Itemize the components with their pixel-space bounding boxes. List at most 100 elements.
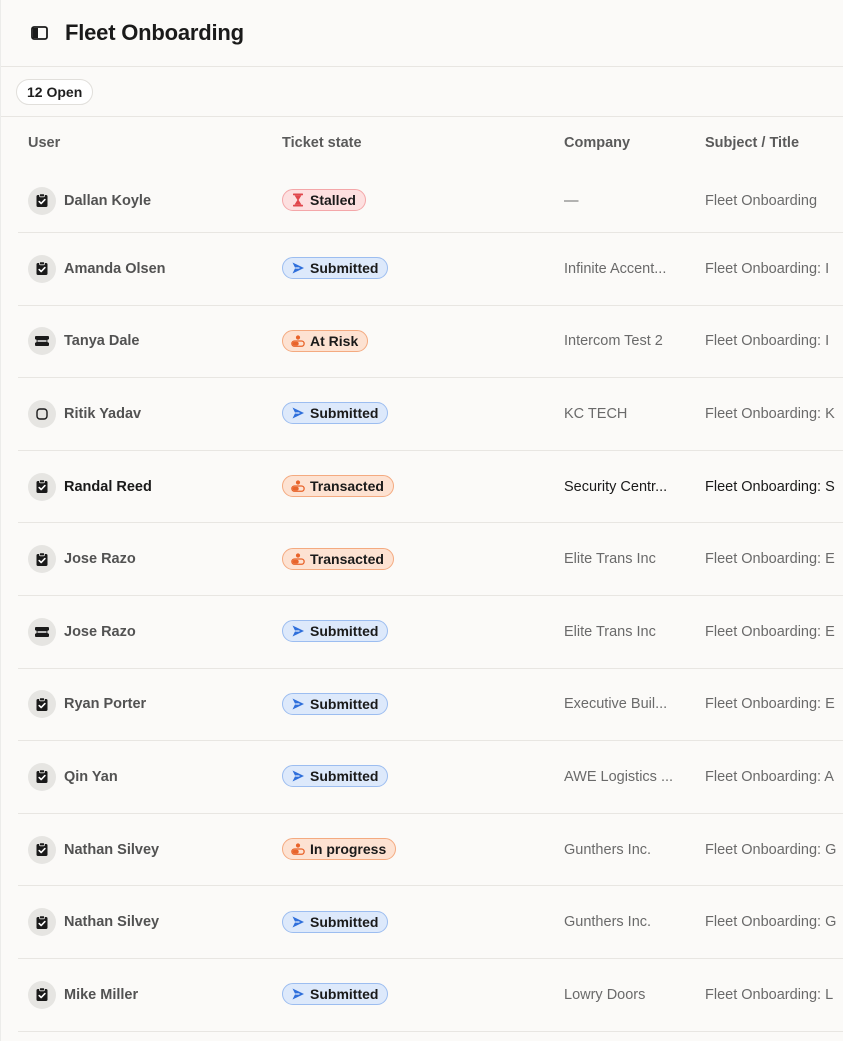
user-name[interactable]: Nathan Silvey	[64, 842, 159, 858]
ticket-state-cell: Submitted	[282, 765, 564, 788]
company-cell: Executive Buil...	[564, 696, 668, 713]
status-label: Submitted	[310, 405, 379, 422]
status-label: Stalled	[310, 192, 356, 208]
status-badge: At Risk	[282, 329, 369, 352]
user-name[interactable]: Jose Razo	[64, 551, 136, 567]
ticket-state-cell: Submitted	[282, 692, 564, 716]
app-window: Fleet Onboarding 12 Open User Ticket sta…	[0, 0, 843, 1041]
progress-icon	[291, 552, 305, 566]
status-badge: Stalled	[282, 189, 366, 211]
table-row[interactable]: Qin Yan Submitted AWE Logistics ... Fleet O…	[18, 741, 843, 814]
user-cell: Jose Razo	[18, 617, 282, 646]
status-badge: Submitted	[282, 692, 389, 715]
sidebar-toggle-icon[interactable]	[27, 21, 51, 45]
user-cell: Tanya Dale	[18, 327, 282, 356]
company-cell: Elite Trans Inc	[564, 551, 656, 568]
status-label: Transacted	[310, 550, 384, 567]
status-label: Transacted	[310, 478, 384, 495]
user-cell: Mike Miller	[18, 980, 282, 1009]
subject-cell: Fleet Onboarding: G	[705, 841, 837, 858]
user-name[interactable]: Qin Yan	[64, 769, 118, 785]
table-row[interactable]: Tanya Dale At Risk Intercom Test 2 Fleet On…	[18, 306, 843, 379]
ticket-state-cell: In progress	[282, 838, 564, 861]
status-label: Submitted	[310, 913, 379, 930]
table-row[interactable]: Nathan Silvey Submitted Gunthers Inc. Fleet…	[18, 886, 843, 959]
hourglass-icon	[291, 193, 305, 207]
top-bar: Fleet Onboarding	[1, 0, 843, 67]
table-row[interactable]: Dallan Koyle Stalled — Fleet Onboarding	[18, 169, 843, 233]
user-name[interactable]: Mike Miller	[64, 987, 138, 1003]
clipboard-check-icon	[28, 690, 56, 719]
send-icon	[291, 261, 305, 275]
clipboard-check-icon	[28, 472, 56, 501]
user-cell: Nathan Silvey	[18, 835, 282, 864]
user-cell: Nathan Silvey	[18, 908, 282, 937]
send-icon	[291, 697, 305, 711]
column-header-subject[interactable]: Subject / Title	[705, 135, 843, 151]
clipboard-check-icon	[28, 186, 56, 215]
status-badge: Transacted	[282, 475, 394, 498]
table-header: User Ticket state Company Subject / Titl…	[18, 117, 843, 169]
user-cell: Ritik Yadav	[18, 399, 282, 428]
company-cell: Security Centr...	[564, 478, 668, 495]
subject-cell: Fleet Onboarding: A	[705, 768, 834, 785]
clipboard-check-icon	[28, 908, 56, 937]
filter-bar: 12 Open	[1, 67, 843, 117]
table-row[interactable]: Jose Razo Transacted Elite Trans Inc Fleet …	[18, 523, 843, 596]
company-cell: Infinite Accent...	[564, 260, 667, 277]
user-name[interactable]: Ryan Porter	[64, 696, 146, 712]
clipboard-check-icon	[28, 545, 56, 574]
table-row[interactable]: Mike Miller Submitted Lowry Doors Fleet Onb…	[18, 959, 843, 1032]
progress-icon	[291, 334, 305, 348]
clipboard-check-icon	[28, 762, 56, 791]
table-row[interactable]: Jose Razo Submitted Elite Trans Inc Fleet O…	[18, 596, 843, 669]
user-name[interactable]: Amanda Olsen	[64, 261, 166, 277]
user-name[interactable]: Nathan Silvey	[64, 914, 159, 930]
company-cell: Gunthers Inc.	[564, 914, 652, 931]
status-badge: Submitted	[282, 983, 389, 1006]
company-cell: Intercom Test 2	[564, 333, 663, 350]
subject-cell: Fleet Onboarding: K	[705, 405, 835, 422]
column-header-ticket-state[interactable]: Ticket state	[282, 135, 564, 151]
page-title: Fleet Onboarding	[65, 20, 244, 45]
company-cell: AWE Logistics ...	[564, 768, 674, 785]
table-row[interactable]: Amanda Olsen Submitted Infinite Accent... F…	[18, 233, 843, 306]
ticket-state-cell: Transacted	[282, 475, 564, 498]
company-cell: Gunthers Inc.	[564, 841, 652, 858]
open-count-pill[interactable]: 12 Open	[16, 78, 94, 105]
status-label: Submitted	[310, 260, 379, 277]
status-label: Submitted	[310, 768, 379, 785]
status-badge: Submitted	[282, 765, 389, 788]
column-header-company[interactable]: Company	[564, 135, 705, 151]
user-name[interactable]: Ritik Yadav	[64, 406, 141, 422]
table-row[interactable]: Nathan Silvey In progress Gunthers Inc. Fle…	[18, 814, 843, 887]
ticket-state-cell: At Risk	[282, 329, 564, 353]
table-row[interactable]: Ryan Porter Submitted Executive Buil... Fle…	[18, 669, 843, 742]
ticket-state-cell: Submitted	[282, 402, 564, 425]
subject-cell: Fleet Onboarding: E	[705, 623, 835, 640]
table-row[interactable]: Ritik Yadav Submitted KC TECH Fleet Onboard…	[18, 378, 843, 451]
subject-cell: Fleet Onboarding: I	[705, 260, 830, 277]
user-name[interactable]: Randal Reed	[64, 479, 152, 495]
square-outline-icon	[28, 399, 56, 428]
subject-cell: Fleet Onboarding: E	[705, 696, 835, 713]
ticket-state-cell: Stalled	[282, 189, 564, 212]
clipboard-check-icon	[28, 980, 56, 1009]
status-label: Submitted	[310, 986, 379, 1003]
clipboard-check-icon	[28, 835, 56, 864]
user-name[interactable]: Dallan Koyle	[64, 193, 151, 209]
ticket-icon	[28, 617, 56, 646]
table-row[interactable]: Randal Reed Transacted Security Centr... Fl…	[18, 451, 843, 524]
send-icon	[291, 406, 305, 420]
send-icon	[291, 987, 305, 1001]
status-badge: Submitted	[282, 910, 389, 933]
clipboard-check-icon	[28, 254, 56, 283]
send-icon	[291, 624, 305, 638]
company-cell: Elite Trans Inc	[564, 623, 656, 640]
user-name[interactable]: Tanya Dale	[64, 333, 140, 349]
table-body: Dallan Koyle Stalled — Fleet Onboarding Aman…	[18, 169, 843, 1032]
company-cell: Lowry Doors	[564, 986, 646, 1003]
status-label: In progress	[310, 841, 387, 858]
user-name[interactable]: Jose Razo	[64, 624, 136, 640]
column-header-user[interactable]: User	[18, 135, 282, 151]
